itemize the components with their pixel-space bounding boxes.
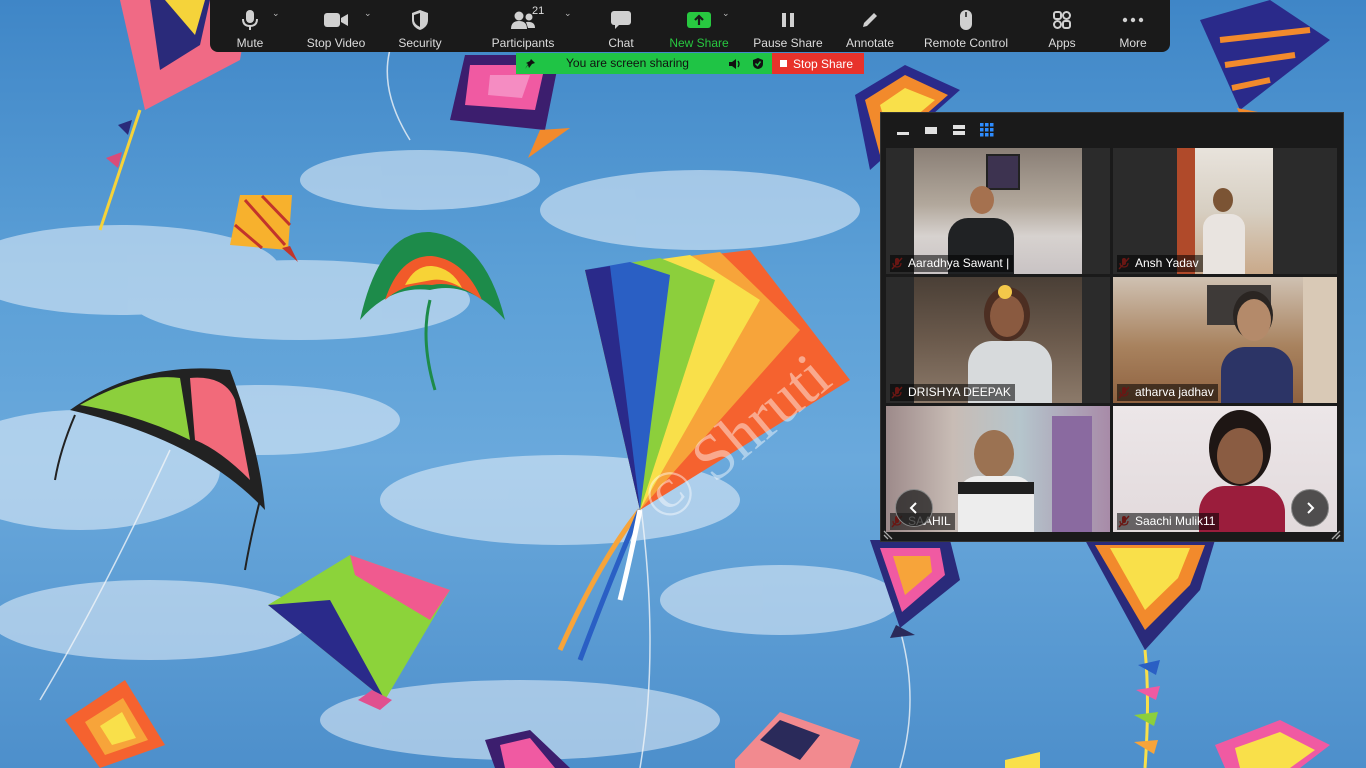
single-video-icon (925, 127, 937, 134)
chat-label: Chat (608, 36, 634, 50)
annotate-button[interactable]: Annotate (832, 0, 908, 52)
share-screen-icon (686, 6, 712, 34)
screen-sharing-banner[interactable]: You are screen sharing (516, 53, 772, 74)
pause-share-button[interactable]: Pause Share (744, 0, 832, 52)
participant-name: DRISHYA DEEPAK (890, 384, 1015, 401)
annotate-label: Annotate (845, 36, 895, 50)
participants-count: 21 (532, 5, 545, 17)
shield-icon (410, 6, 430, 34)
mute-button[interactable]: ⌄ Mute (210, 0, 290, 52)
chevron-right-icon (1307, 502, 1315, 514)
stop-video-button[interactable]: ⌄ Stop Video (290, 0, 382, 52)
pause-share-label: Pause Share (753, 36, 823, 50)
participant-name: Ansh Yadav (1117, 255, 1203, 272)
pin-icon (524, 57, 536, 75)
resize-grip-icon (1331, 530, 1341, 540)
minimize-videos-button[interactable] (889, 116, 917, 144)
new-share-label: New Share (669, 36, 729, 50)
remote-control-button[interactable]: Remote Control (908, 0, 1024, 52)
chat-bubble-icon (610, 6, 632, 34)
apps-label: Apps (1048, 36, 1076, 50)
new-share-button[interactable]: ⌄ New Share (654, 0, 744, 52)
resize-handle-right[interactable] (1329, 527, 1341, 540)
minimize-icon (897, 132, 909, 135)
security-label: Security (398, 36, 442, 50)
chevron-left-icon (909, 502, 917, 514)
side-by-side-view-button[interactable] (945, 116, 973, 144)
more-label: More (1119, 36, 1147, 50)
active-speaker-view-button[interactable] (917, 116, 945, 144)
resize-grip-icon (883, 530, 893, 540)
apps-button[interactable]: Apps (1024, 0, 1100, 52)
apps-icon (1052, 6, 1072, 34)
remote-control-label: Remote Control (923, 36, 1009, 50)
encryption-shield-icon (752, 57, 764, 75)
pause-icon (779, 6, 797, 34)
participant-video-tile[interactable]: atharva jadhav (1113, 277, 1337, 403)
participants-label: Participants (491, 36, 555, 50)
microphone-icon (240, 6, 260, 34)
stop-share-button[interactable]: Stop Share (772, 53, 864, 74)
participant-video-tile[interactable]: DRISHYA DEEPAK (886, 277, 1110, 403)
mute-label: Mute (236, 36, 264, 50)
participant-name: Aaradhya Sawant | (890, 255, 1014, 272)
screen-sharing-text: You are screen sharing (566, 56, 689, 70)
meeting-controls-toolbar: ⌄ Mute ⌄ Stop Video Security 21 ⌄ Partic… (210, 0, 1170, 52)
video-options-chevron-icon[interactable]: ⌄ (364, 8, 372, 19)
previous-page-button[interactable] (895, 489, 933, 527)
gallery-view-controls (881, 113, 1343, 147)
pencil-icon (860, 6, 880, 34)
resize-handle-left[interactable] (883, 527, 895, 540)
share-options-chevron-icon[interactable]: ⌄ (722, 8, 730, 19)
stacked-videos-icon (953, 125, 965, 135)
stop-square-icon (780, 60, 787, 67)
mute-options-chevron-icon[interactable]: ⌄ (272, 8, 280, 19)
video-gallery-panel[interactable]: Aaradhya Sawant | Ansh Yadav DRISHYA DEE… (880, 112, 1344, 542)
chat-button[interactable]: Chat (588, 0, 654, 52)
participant-video-tile[interactable]: Aaradhya Sawant | (886, 148, 1110, 274)
participants-options-chevron-icon[interactable]: ⌄ (564, 8, 572, 19)
mouse-icon (958, 6, 974, 34)
stop-share-label: Stop Share (793, 56, 854, 71)
more-dots-icon (1122, 6, 1144, 34)
stop-video-label: Stop Video (306, 36, 366, 50)
participants-button[interactable]: 21 ⌄ Participants (458, 0, 588, 52)
gallery-view-button[interactable] (973, 116, 1001, 144)
video-camera-icon (323, 6, 349, 34)
participant-name: Saachi Mulik11 (1117, 513, 1220, 530)
security-button[interactable]: Security (382, 0, 458, 52)
participant-video-tile[interactable]: Ansh Yadav (1113, 148, 1337, 274)
next-page-button[interactable] (1291, 489, 1329, 527)
grid-icon (980, 123, 994, 137)
more-button[interactable]: More (1100, 0, 1166, 52)
participant-name: atharva jadhav (1117, 384, 1218, 401)
speaker-icon[interactable] (728, 57, 742, 75)
